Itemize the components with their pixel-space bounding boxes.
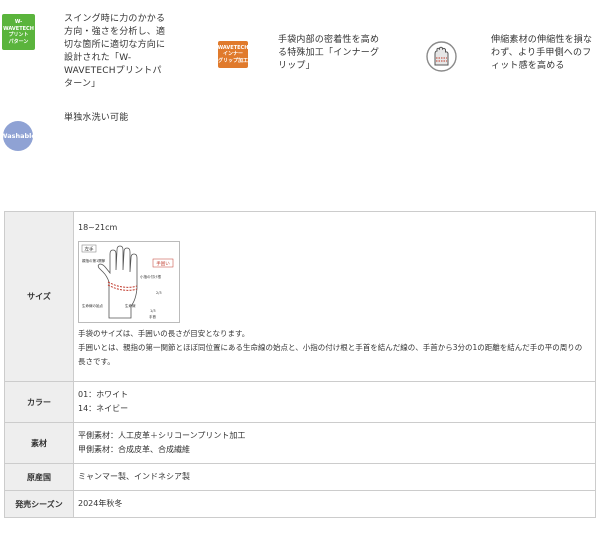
diagram-note-thumb: 親指の第1関節 [82, 258, 106, 263]
diagram-note-two-thirds: 2/3 [156, 291, 162, 295]
spec-value-material: 平側素材：人工皮革＋シリコーンプリント加工 甲側素材：合成皮革、合成繊維 [73, 422, 596, 464]
spec-value-release: 2024年秋冬 [73, 490, 596, 518]
spec-value-size: 18~21cm 左手 手囲い 親指の第1関節 小指の付け根 2/3 1/3 生命… [73, 211, 596, 382]
spec-row-size: サイズ 18~21cm 左手 手囲い 親指の第1関節 小指の付け根 2/3 1/… [4, 211, 596, 382]
spec-label-size: サイズ [4, 211, 74, 382]
diagram-note-lifeline: 生命線 [125, 303, 136, 308]
diagram-hand-label: 左手 [85, 245, 94, 252]
w-wavetech-icon-text: W-WAVETECH プリント パターン [3, 19, 34, 45]
spec-value-color: 01：ホワイト 14：ネイビー [73, 381, 596, 423]
washable-icon-text: Washable [0, 131, 36, 140]
washable-icon: Washable [0, 121, 36, 151]
spec-label-origin: 原産国 [4, 463, 74, 491]
inner-grip-icon: WAVETECH インナー グリップ加工 [218, 41, 248, 68]
hand-size-diagram: 左手 手囲い 親指の第1関節 小指の付け根 2/3 1/3 生命線の始点 生命線… [78, 240, 180, 323]
color-option: 01：ホワイト [78, 390, 129, 399]
color-option: 14：ネイビー [78, 404, 129, 413]
spec-row-color: カラー 01：ホワイト 14：ネイビー [4, 381, 596, 423]
washable-feature-text: 単独水洗い可能 [64, 113, 129, 123]
spec-table: サイズ 18~21cm 左手 手囲い 親指の第1関節 小指の付け根 2/3 1/… [4, 211, 596, 518]
material-item: 平側素材：人工皮革＋シリコーンプリント加工 [78, 431, 246, 440]
diagram-note-wrist: 手首 [149, 314, 156, 319]
spec-label-color: カラー [4, 381, 74, 423]
spec-label-material: 素材 [4, 422, 74, 464]
spec-row-origin: 原産国 ミャンマー製、インドネシア製 [4, 463, 596, 491]
material-item: 甲側素材：合成皮革、合成繊維 [78, 445, 190, 454]
spec-row-material: 素材 平側素材：人工皮革＋シリコーンプリント加工 甲側素材：合成皮革、合成繊維 [4, 422, 596, 464]
inner-grip-icon-text: WAVETECH インナー グリップ加工 [217, 44, 249, 64]
spec-value-origin: ミャンマー製、インドネシア製 [73, 463, 596, 491]
grip-feature-text: 手袋内部の密着性を高め る特殊加工「インナーグ リップ」 [278, 35, 380, 71]
size-description-1: 手袋のサイズは、手囲いの長さが目安となります。 [78, 328, 250, 338]
size-value: 18~21cm [78, 222, 118, 232]
diagram-note-lifeline-start: 生命線の始点 [82, 303, 103, 308]
diagram-note-pinky: 小指の付け根 [140, 274, 161, 279]
spec-label-release: 発売シーズン [4, 490, 74, 518]
diagram-note-one-third: 1/3 [150, 309, 156, 313]
fit-feature-text: 伸縮素材の伸縮性を損な わず、より手甲側へのフ ィット感を高める [491, 35, 593, 71]
hand-fit-icon [425, 40, 458, 73]
spec-row-release: 発売シーズン 2024年秋冬 [4, 490, 596, 518]
diagram-size-label: 手囲い [156, 260, 170, 267]
size-description-2-text: 手囲いとは、親指の第一関節とほぼ同位置にある生命線の始点と、小指の付け根と手首を… [78, 342, 583, 366]
size-description-2: 手囲いとは、親指の第一関節とほぼ同位置にある生命線の始点と、小指の付け根と手首を… [78, 341, 583, 369]
wave-feature-text: スイング時に力のかかる 方向・強さを分析し、適 切な箇所に適切な方向に 設計され… [64, 14, 166, 89]
w-wavetech-print-icon: W-WAVETECH プリント パターン [2, 14, 35, 50]
